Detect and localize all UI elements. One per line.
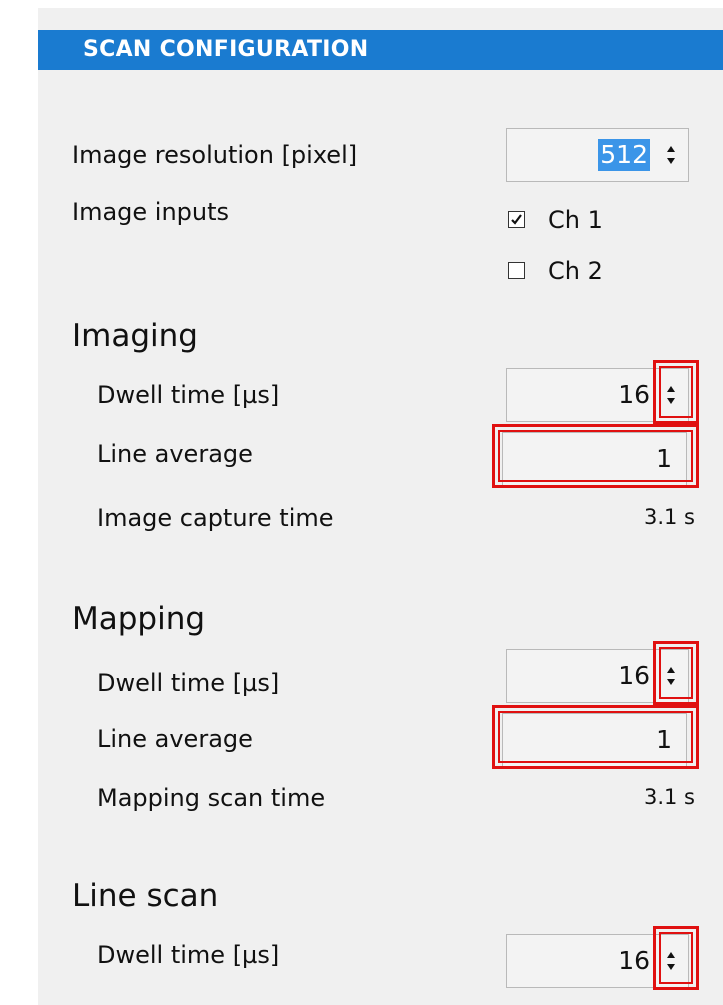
spin-arrows-icon[interactable] [660, 379, 682, 411]
resolution-value[interactable]: 512 [598, 139, 650, 171]
mapping-dwell-label: Dwell time [µs] [97, 669, 280, 697]
imaging-line-average-value[interactable]: 1 [656, 433, 672, 485]
mapping-dwell-spinbox[interactable]: 16 [506, 649, 689, 703]
mapping-scan-time-label: Mapping scan time [97, 784, 326, 812]
mapping-line-average-label: Line average [97, 725, 253, 753]
imaging-line-average-input[interactable]: 1 [502, 432, 687, 486]
mapping-dwell-value[interactable]: 16 [618, 650, 650, 702]
ch2-checkbox[interactable] [508, 262, 525, 279]
inputs-label: Image inputs [72, 198, 230, 226]
mapping-line-average-input[interactable]: 1 [502, 713, 687, 767]
imaging-dwell-value[interactable]: 16 [618, 369, 650, 421]
imaging-capture-time-value: 3.1 s [643, 505, 695, 529]
imaging-line-average-label: Line average [97, 440, 253, 468]
ch2-label[interactable]: Ch 2 [548, 256, 603, 286]
mapping-scan-time-value: 3.1 s [643, 785, 695, 809]
line-scan-dwell-label: Dwell time [µs] [97, 941, 280, 969]
imaging-dwell-spinbox[interactable]: 16 [506, 368, 689, 422]
line-scan-dwell-value[interactable]: 16 [618, 935, 650, 987]
resolution-label: Image resolution [pixel] [72, 141, 358, 169]
spin-arrows-icon[interactable] [660, 660, 682, 692]
line-scan-section-title: Line scan [72, 878, 219, 914]
panel-header: SCAN CONFIGURATION [38, 30, 723, 70]
mapping-line-average-value[interactable]: 1 [656, 714, 672, 766]
imaging-section-title: Imaging [72, 318, 198, 354]
ch1-label[interactable]: Ch 1 [548, 205, 603, 235]
line-scan-dwell-spinbox[interactable]: 16 [506, 934, 689, 988]
mapping-section-title: Mapping [72, 601, 206, 637]
resolution-spinbox[interactable]: 512 [506, 128, 689, 182]
imaging-dwell-label: Dwell time [µs] [97, 381, 280, 409]
ch1-checkbox[interactable] [508, 211, 525, 228]
checkbox-checked-icon [511, 214, 522, 225]
imaging-capture-time-label: Image capture time [97, 504, 334, 532]
spin-arrows-icon[interactable] [660, 945, 682, 977]
spin-arrows-icon[interactable] [660, 139, 682, 171]
